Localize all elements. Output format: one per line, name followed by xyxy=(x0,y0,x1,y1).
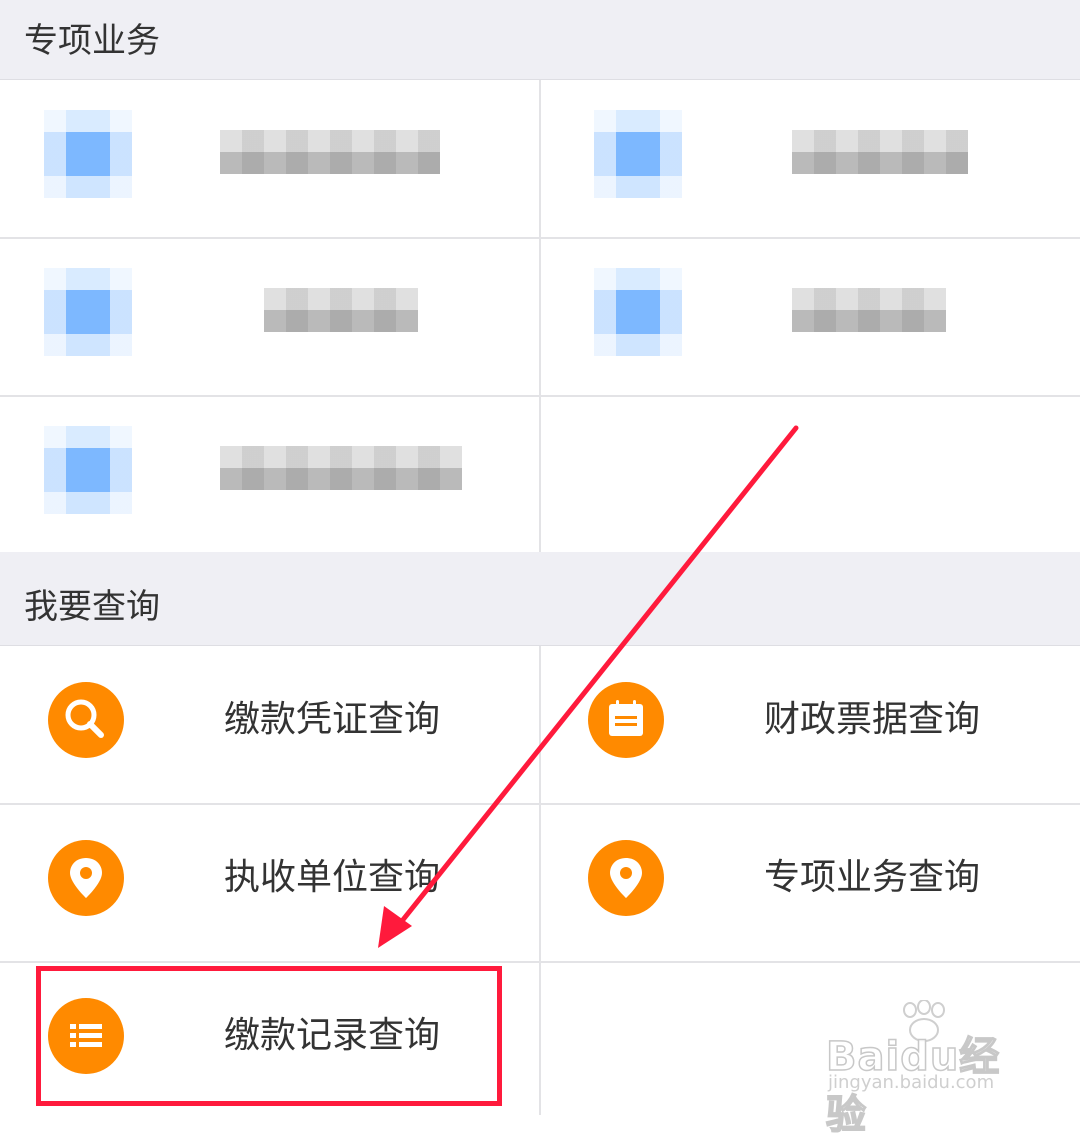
search-icon xyxy=(48,682,124,758)
query-item-label: 执收单位查询 xyxy=(224,857,441,898)
blurred-icon xyxy=(44,110,132,198)
divider xyxy=(539,646,541,1115)
special-item-4[interactable] xyxy=(540,238,1080,396)
special-item-1[interactable] xyxy=(0,80,540,238)
special-item-empty xyxy=(540,396,1080,554)
watermark: Baidu经验 jingyan.baidu.com xyxy=(825,1000,1026,1139)
query-item-label: 缴款凭证查询 xyxy=(224,699,441,740)
blurred-label xyxy=(220,446,462,490)
section-title-special: 专项业务 xyxy=(24,21,160,61)
blurred-icon xyxy=(44,268,132,356)
divider xyxy=(539,80,541,552)
query-item-fiscal-receipt[interactable]: 财政票据查询 xyxy=(540,646,1080,804)
location-pin-icon xyxy=(588,840,664,916)
blurred-label xyxy=(792,130,968,174)
query-item-label: 财政票据查询 xyxy=(764,699,981,740)
blurred-label xyxy=(220,130,440,174)
highlight-box xyxy=(36,966,502,1106)
notepad-icon xyxy=(588,682,664,758)
section-header-query: 我要查询 xyxy=(0,552,1080,646)
special-item-2[interactable] xyxy=(540,80,1080,238)
blurred-label xyxy=(264,288,418,332)
special-item-5[interactable] xyxy=(0,396,540,554)
query-item-payment-voucher[interactable]: 缴款凭证查询 xyxy=(0,646,540,804)
blurred-icon xyxy=(44,426,132,514)
section-header-special: 专项业务 xyxy=(0,0,1080,80)
special-grid xyxy=(0,80,1080,554)
watermark-url: jingyan.baidu.com xyxy=(828,1072,995,1093)
blurred-icon xyxy=(594,268,682,356)
section-title-query: 我要查询 xyxy=(24,587,160,627)
query-item-special-business[interactable]: 专项业务查询 xyxy=(540,804,1080,962)
query-item-collecting-unit[interactable]: 执收单位查询 xyxy=(0,804,540,962)
special-item-3[interactable] xyxy=(0,238,540,396)
blurred-icon xyxy=(594,110,682,198)
query-item-label: 专项业务查询 xyxy=(764,857,981,898)
location-pin-icon xyxy=(48,840,124,916)
blurred-label xyxy=(792,288,946,332)
